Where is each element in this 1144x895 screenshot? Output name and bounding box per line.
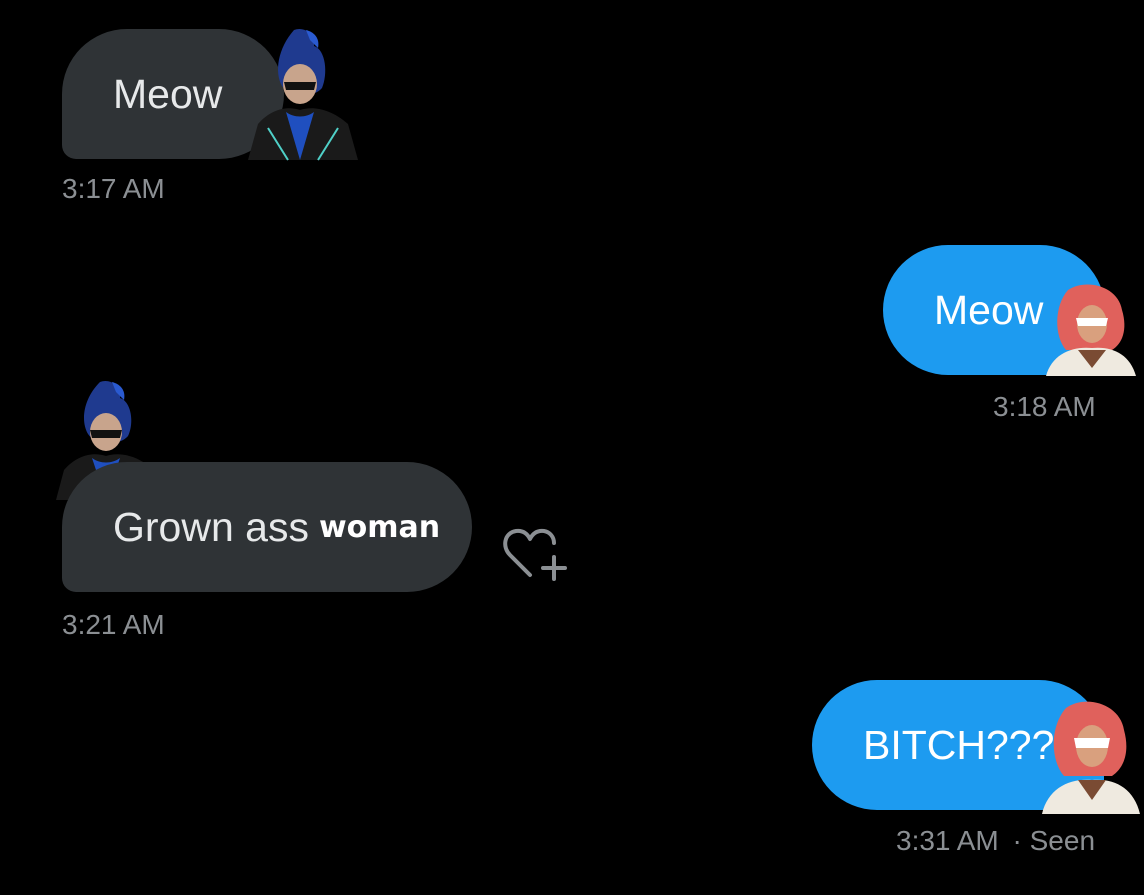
message-text: BITCH??? [863, 721, 1055, 768]
message-timestamp: 3:17 AM [62, 173, 165, 204]
message-timestamp: 3:21 AM [62, 609, 165, 640]
message-text: Grown ass [113, 503, 309, 550]
message-text: Meow [934, 286, 1044, 333]
seen-status: · Seen [1012, 825, 1096, 856]
red-haired-avatar-sticker [1042, 701, 1140, 814]
message-text-bold: woman [318, 509, 441, 545]
blue-haired-avatar-sticker [248, 28, 358, 161]
red-haired-avatar-sticker [1046, 284, 1136, 376]
message-bubble-incoming[interactable]: Grown ass woman [62, 462, 472, 592]
message-timestamp: 3:31 AM · Seen [896, 825, 1095, 857]
message-text: Meow [113, 70, 223, 117]
message-timestamp: 3:18 AM [993, 391, 1096, 422]
timestamp-time: 3:31 AM [896, 825, 999, 856]
heart-plus-icon[interactable] [500, 525, 572, 585]
